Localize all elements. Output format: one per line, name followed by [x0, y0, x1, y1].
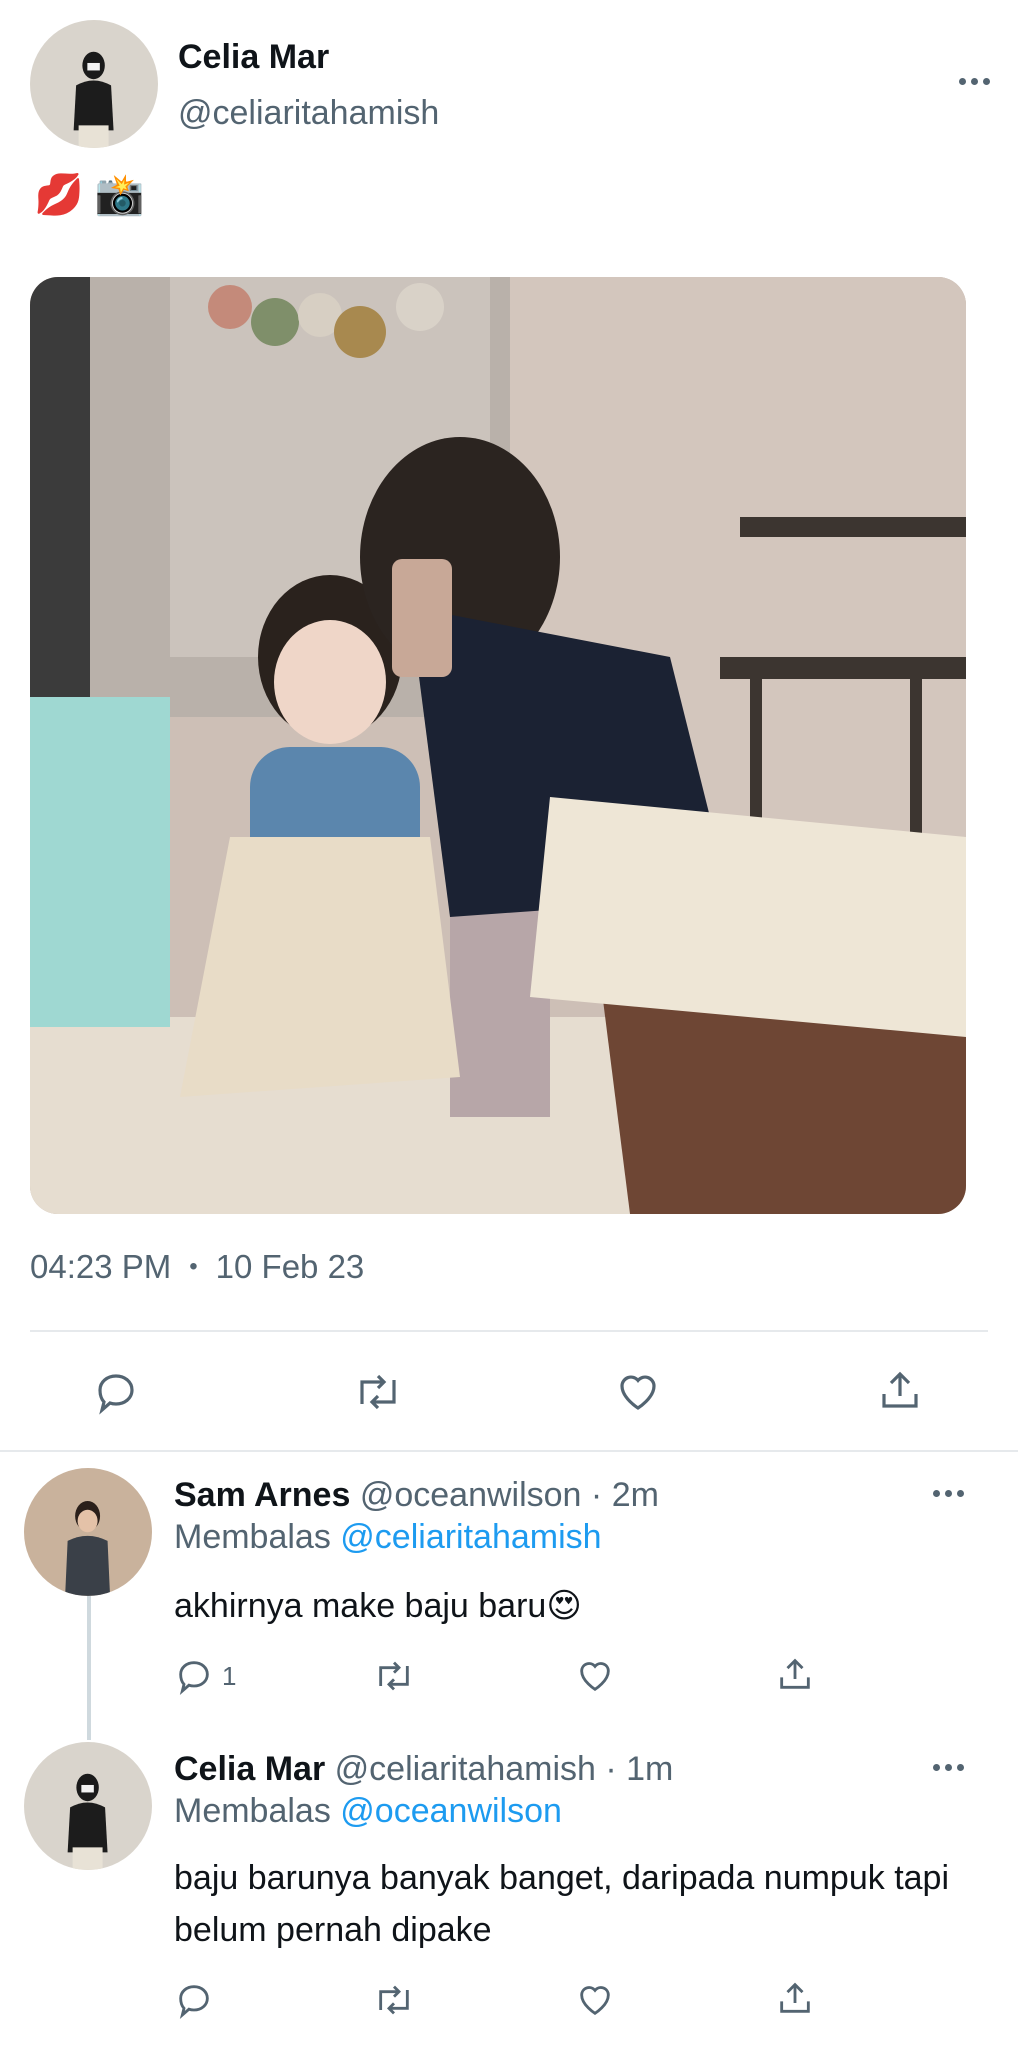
share-button[interactable]: [775, 1978, 815, 2018]
reply-time: · 1m: [605, 1750, 674, 1788]
retweet-icon: [360, 1374, 396, 1410]
reply-button[interactable]: 1: [174, 1656, 236, 1696]
retweet-button[interactable]: [352, 1368, 404, 1416]
author-avatar[interactable]: [30, 20, 158, 148]
reply-item[interactable]: Sam Arnes @oceanwilson · 2m Membalas @ce…: [0, 1468, 1018, 1708]
reply-count: 1: [222, 1660, 237, 1691]
tweet-photo[interactable]: [30, 277, 966, 1214]
reply-time: · 2m: [590, 1476, 659, 1514]
replying-to-prefix: Membalas: [174, 1518, 331, 1556]
replying-to-mention[interactable]: @celiaritahamish: [340, 1518, 601, 1556]
tweet-time: 04:23 PM: [30, 1248, 172, 1285]
share-upload-icon: [780, 1982, 810, 2013]
reply-author-handle[interactable]: @oceanwilson: [360, 1476, 582, 1514]
reply-author-name[interactable]: Celia Mar: [174, 1750, 325, 1788]
heart-icon: [580, 1662, 610, 1692]
reply-bubble-icon: [179, 1661, 209, 1696]
author-handle[interactable]: @celiaritahamish: [178, 94, 439, 133]
reply-button[interactable]: [174, 1980, 214, 2020]
replying-to-mention[interactable]: @oceanwilson: [340, 1792, 562, 1830]
reply-header: Sam Arnes @oceanwilson · 2m: [174, 1476, 659, 1515]
more-options-icon[interactable]: [926, 1478, 970, 1508]
tweet-header: Celia Mar @celiaritahamish: [30, 20, 990, 150]
tweet-timestamp: 04:23 PM • 10 Feb 23: [30, 1248, 364, 1286]
reply-author-name[interactable]: Sam Arnes: [174, 1476, 350, 1514]
reply-button[interactable]: [92, 1368, 140, 1416]
retweet-button[interactable]: [372, 1980, 416, 2020]
retweet-button[interactable]: [372, 1656, 416, 1696]
more-options-icon[interactable]: [952, 66, 996, 96]
reply-item[interactable]: Celia Mar @celiaritahamish · 1m Membalas…: [0, 1742, 1018, 2032]
replying-to: Membalas @celiaritahamish: [174, 1518, 602, 1557]
heart-icon: [620, 1375, 656, 1410]
reply-bubble-icon: [179, 1985, 209, 2020]
reply-bubble-icon: [98, 1374, 134, 1415]
like-button[interactable]: [575, 1656, 615, 1696]
tweet-date: 10 Feb 23: [215, 1248, 365, 1285]
timestamp-separator: •: [189, 1253, 198, 1280]
reply-header: Celia Mar @celiaritahamish · 1m: [174, 1750, 673, 1789]
more-options-icon[interactable]: [926, 1752, 970, 1782]
share-upload-icon: [780, 1658, 810, 1689]
photo-illustration: [30, 277, 966, 1214]
avatar-figure: [65, 1501, 111, 1596]
like-button[interactable]: [575, 1980, 615, 2020]
reply-avatar[interactable]: [24, 1468, 152, 1596]
reply-text: akhirnya make baju baru😍: [174, 1587, 582, 1625]
replying-to: Membalas @oceanwilson: [174, 1792, 562, 1831]
divider: [0, 1450, 1018, 1452]
avatar-figure: [74, 51, 114, 148]
retweet-icon: [379, 1985, 409, 2015]
reply-avatar[interactable]: [24, 1742, 152, 1870]
divider: [30, 1330, 988, 1332]
retweet-icon: [379, 1661, 409, 1691]
like-button[interactable]: [614, 1368, 662, 1416]
replying-to-prefix: Membalas: [174, 1792, 331, 1830]
share-button[interactable]: [876, 1366, 924, 1414]
avatar-figure: [68, 1773, 108, 1870]
heart-icon: [580, 1986, 610, 2016]
author-name[interactable]: Celia Mar: [178, 38, 329, 77]
reply-author-handle[interactable]: @celiaritahamish: [335, 1750, 596, 1788]
share-upload-icon: [882, 1371, 918, 1408]
share-button[interactable]: [775, 1654, 815, 1694]
tweet-text: 💋 📸: [34, 173, 145, 217]
reply-text: baju barunya banyak banget, daripada num…: [174, 1859, 950, 1949]
